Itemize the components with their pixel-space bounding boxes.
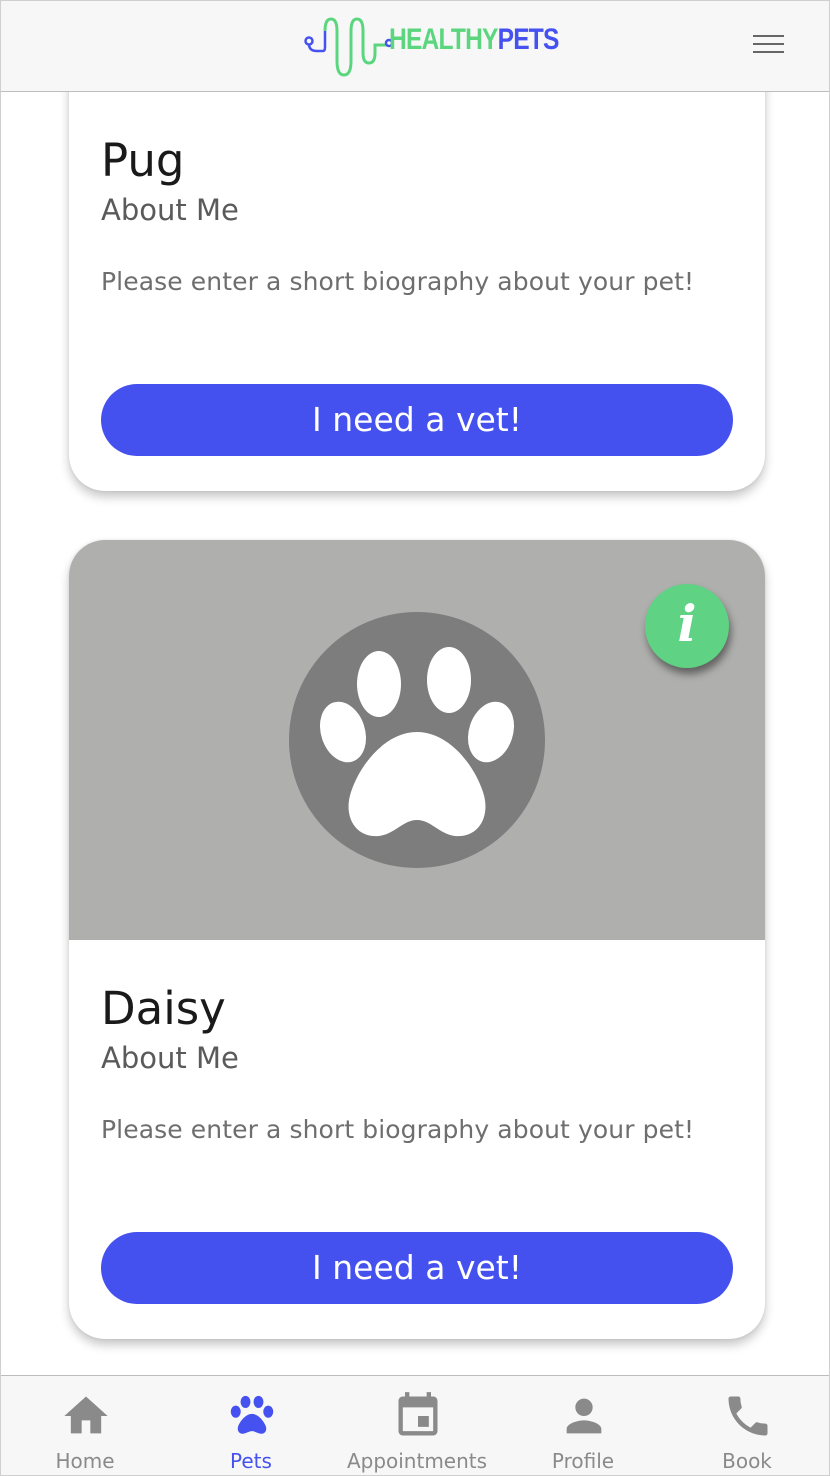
info-button[interactable]: i xyxy=(645,584,729,668)
nav-label: Profile xyxy=(551,1449,615,1473)
need-vet-button[interactable]: I need a vet! xyxy=(101,384,733,456)
nav-item-pets[interactable]: Pets xyxy=(168,1376,334,1475)
logo-word-healthy: HEALTHY xyxy=(389,23,498,56)
need-vet-button[interactable]: I need a vet! xyxy=(101,1232,733,1304)
pet-card: Pug About Me Please enter a short biogra… xyxy=(69,92,765,491)
nav-item-home[interactable]: Home xyxy=(2,1376,168,1475)
menu-line xyxy=(753,35,784,37)
pet-bio: Please enter a short biography about you… xyxy=(101,1115,695,1144)
nav-label: Pets xyxy=(230,1449,272,1473)
logo-word-pets: PETS xyxy=(497,23,560,56)
nav-item-book[interactable]: Book xyxy=(664,1376,829,1475)
pet-card: i Daisy About Me Please enter a short bi… xyxy=(69,540,765,1339)
logo-text: HEALTHYPETS xyxy=(389,23,559,57)
app-frame: HEALTHYPETS Pug About Me Please enter a … xyxy=(0,0,830,1476)
calendar-icon xyxy=(398,1392,438,1436)
bottom-navigation: Home Pets Appointments Profile Book xyxy=(1,1375,829,1475)
paw-icon xyxy=(319,647,515,837)
about-me-heading: About Me xyxy=(101,1041,239,1075)
menu-line xyxy=(753,51,784,53)
healthy-pets-logo[interactable]: HEALTHYPETS xyxy=(303,13,559,83)
menu-line xyxy=(753,43,784,45)
pet-avatar xyxy=(289,612,545,868)
about-me-heading: About Me xyxy=(101,193,239,227)
phone-icon xyxy=(728,1396,768,1436)
heartbeat-stethoscope-icon xyxy=(304,17,394,77)
paw-icon xyxy=(230,1395,274,1434)
pet-bio: Please enter a short biography about you… xyxy=(101,267,695,296)
nav-label: Home xyxy=(55,1449,115,1473)
nav-item-appointments[interactable]: Appointments xyxy=(334,1376,500,1475)
nav-item-profile[interactable]: Profile xyxy=(500,1376,666,1475)
person-icon xyxy=(566,1398,602,1434)
pets-list[interactable]: Pug About Me Please enter a short biogra… xyxy=(1,92,829,1375)
home-icon xyxy=(64,1396,108,1434)
hamburger-menu-icon[interactable] xyxy=(753,33,787,55)
info-icon: i xyxy=(677,594,697,653)
pet-name: Pug xyxy=(101,134,185,187)
pet-name: Daisy xyxy=(101,982,226,1035)
pet-image-placeholder: i xyxy=(69,540,765,940)
top-header: HEALTHYPETS xyxy=(1,1,829,92)
nav-label: Appointments xyxy=(346,1449,488,1473)
nav-label: Book xyxy=(722,1449,772,1473)
